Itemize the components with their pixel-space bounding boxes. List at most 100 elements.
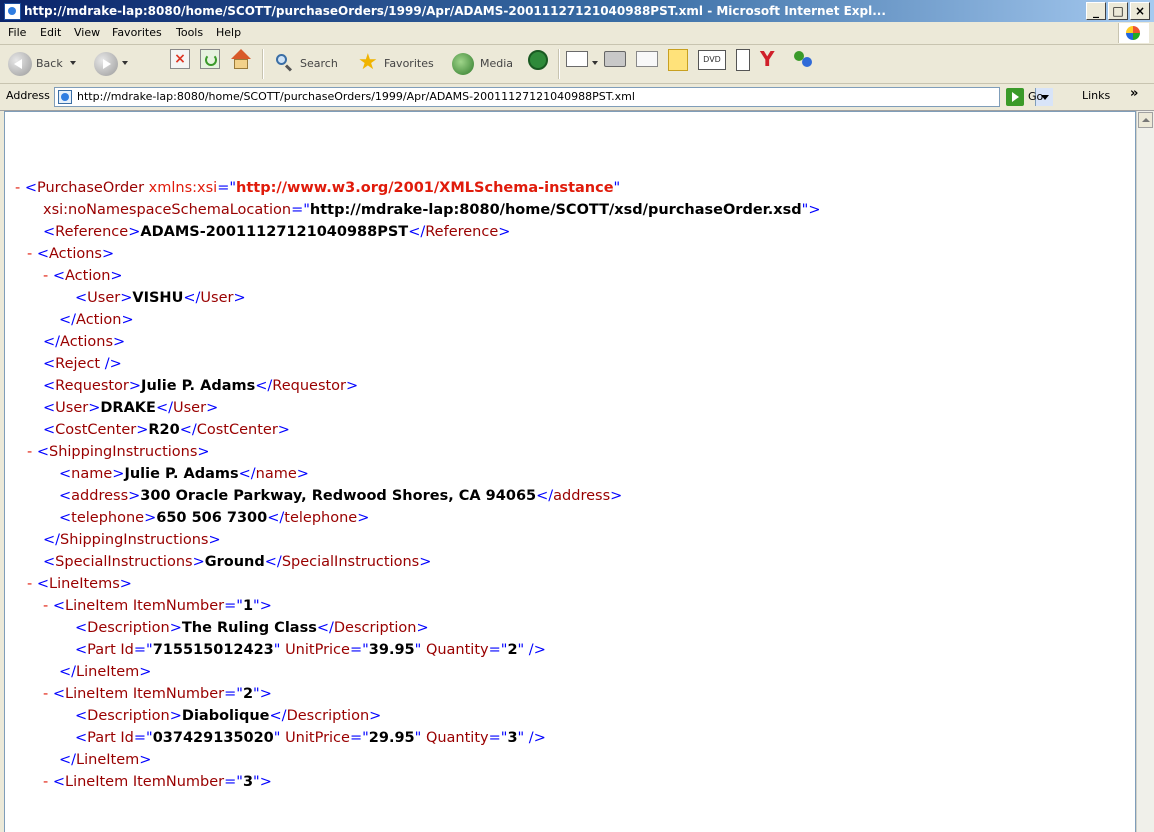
messenger-icon[interactable] — [792, 49, 814, 71]
back-dropdown-icon[interactable] — [70, 61, 76, 65]
edit-icon[interactable] — [636, 51, 658, 67]
links-chevron-icon[interactable]: » — [1130, 86, 1138, 101]
xml-attr-name: UnitPrice — [285, 730, 350, 746]
xml-attr-value: 3 — [507, 730, 518, 746]
xml-quote: " — [146, 642, 153, 658]
xml-tag-name: LineItem — [76, 752, 140, 768]
xml-bracket: </ — [155, 400, 173, 416]
xml-shipping-telephone: <telephone>650 506 7300</telephone> — [59, 508, 369, 528]
dvd-icon[interactable]: DVD — [698, 50, 726, 70]
windows-logo-icon — [1118, 23, 1149, 43]
xml-text: DRAKE — [100, 400, 156, 416]
xml-bracket: < — [43, 378, 56, 394]
collapse-toggle[interactable]: - — [43, 686, 48, 702]
xml-tag-name: Reject — [55, 356, 101, 372]
links-label[interactable]: Links — [1082, 89, 1110, 102]
collapse-toggle[interactable]: - — [27, 246, 32, 262]
xml-eq: = — [349, 642, 363, 658]
xml-text: 300 Oracle Parkway, Redwood Shores, CA 9… — [140, 488, 537, 504]
xml-bracket: > — [498, 224, 511, 240]
favorites-button[interactable]: ★ Favorites — [356, 49, 444, 79]
search-button[interactable]: Search — [272, 49, 350, 79]
collapse-toggle[interactable]: - — [43, 598, 48, 614]
history-icon[interactable] — [528, 50, 548, 70]
page-icon — [58, 90, 72, 104]
xml-quote: " — [362, 642, 369, 658]
xml-root-open: - <PurchaseOrder xmlns:xsi= "http://www.w… — [15, 178, 620, 198]
xml-bracket: /> — [524, 730, 546, 746]
media-icon — [452, 53, 474, 75]
xml-tag-name: address — [71, 488, 129, 504]
xml-actions-close: </Actions> — [43, 332, 125, 352]
xml-tag-name: CostCenter — [55, 422, 137, 438]
xml-bracket: > — [119, 576, 132, 592]
address-input[interactable]: http://mdrake-lap:8080/home/SCOTT/purcha… — [54, 87, 1053, 107]
media-button[interactable]: Media — [450, 49, 522, 79]
xml-bracket: /> — [100, 356, 122, 372]
collapse-toggle[interactable]: - — [43, 268, 48, 284]
print-icon[interactable] — [604, 51, 626, 67]
xml-quote: " — [613, 180, 621, 196]
notes-icon[interactable] — [668, 49, 688, 71]
forward-dropdown-icon[interactable] — [122, 61, 128, 65]
menu-favorites[interactable]: Favorites — [112, 25, 162, 41]
menu-help[interactable]: Help — [216, 25, 241, 41]
go-button[interactable]: Go — [1006, 87, 1056, 107]
menu-tools[interactable]: Tools — [176, 25, 203, 41]
xml-bracket: > — [169, 620, 182, 636]
xml-tag-name: Action — [65, 268, 111, 284]
xml-action-open: - <Action> — [43, 266, 123, 286]
collapse-toggle[interactable]: - — [27, 444, 32, 460]
collapse-toggle[interactable]: - — [27, 576, 32, 592]
xml-tag-name: ShippingInstructions — [60, 532, 209, 548]
messenger-device-icon[interactable] — [736, 49, 750, 71]
xml-tag-name: LineItem — [76, 664, 140, 680]
menu-file[interactable]: File — [8, 25, 26, 41]
xml-attr-name: ItemNumber — [132, 774, 225, 790]
mail-icon[interactable] — [566, 51, 588, 67]
xml-bracket: > — [169, 708, 182, 724]
xml-tag-name: name — [71, 466, 113, 482]
mail-dropdown-icon[interactable] — [592, 61, 598, 65]
xml-bracket: > — [808, 202, 821, 218]
xml-bracket: > — [259, 774, 272, 790]
xml-bracket: </ — [316, 620, 334, 636]
xml-attr-name: xsi:noNamespaceSchemaLocation — [43, 202, 292, 218]
close-button[interactable]: × — [1130, 2, 1150, 20]
xml-tag-name: LineItems — [49, 576, 120, 592]
minimize-button[interactable]: _ — [1086, 2, 1106, 20]
scroll-up-icon[interactable] — [1138, 112, 1153, 128]
xml-bracket: </ — [267, 510, 285, 526]
refresh-icon[interactable] — [200, 49, 220, 69]
stop-icon[interactable]: × — [170, 49, 190, 69]
xml-attr-name: Id — [120, 730, 134, 746]
xml-bracket: > — [120, 290, 133, 306]
yahoo-icon[interactable]: Y — [760, 48, 774, 70]
xml-bracket: > — [259, 598, 272, 614]
xml-reject: <Reject /> — [43, 354, 122, 374]
address-url[interactable]: http://mdrake-lap:8080/home/SCOTT/purcha… — [77, 90, 635, 104]
vertical-scrollbar[interactable] — [1136, 111, 1154, 832]
maximize-button[interactable]: □ — [1108, 2, 1128, 20]
back-button[interactable]: Back — [4, 49, 88, 79]
back-arrow-icon — [8, 52, 32, 76]
xml-attr-value: 3 — [242, 774, 254, 790]
xml-eq: = — [133, 730, 147, 746]
home-icon[interactable] — [230, 49, 252, 71]
xml-lineitem-description: <Description>The Ruling Class</Descripti… — [75, 618, 429, 638]
xml-bracket: </ — [536, 488, 554, 504]
menu-edit[interactable]: Edit — [40, 25, 61, 41]
menu-view[interactable]: View — [74, 25, 100, 41]
collapse-toggle[interactable]: - — [43, 774, 48, 790]
forward-button[interactable] — [90, 49, 130, 79]
xml-bracket: > — [197, 444, 210, 460]
xml-eq: = — [217, 180, 230, 196]
xml-text: VISHU — [132, 290, 184, 306]
xml-bracket: > — [369, 708, 382, 724]
xml-quote: " — [236, 774, 243, 790]
xml-quote: " — [236, 686, 243, 702]
xml-tag-name: Requestor — [272, 378, 347, 394]
collapse-toggle[interactable]: - — [15, 180, 20, 196]
xml-shipping-name: <name>Julie P. Adams</name> — [59, 464, 309, 484]
xml-reference: <Reference>ADAMS-20011127121040988PST</R… — [43, 222, 510, 242]
